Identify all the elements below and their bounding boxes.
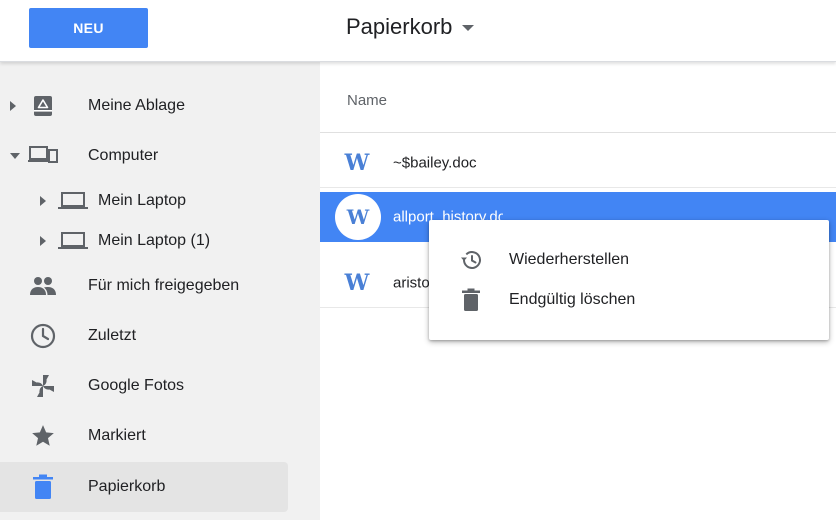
people-icon	[28, 273, 58, 299]
trash-icon	[459, 288, 483, 312]
photos-pinwheel-icon	[28, 373, 58, 399]
expand-arrow-icon[interactable]	[10, 101, 16, 111]
word-doc-icon: W	[335, 194, 381, 240]
expand-arrow-icon[interactable]	[40, 196, 46, 206]
file-name: ~$bailey.doc	[393, 154, 477, 171]
sidebar-item-label: Für mich freigegeben	[88, 277, 240, 294]
word-doc-icon: W	[344, 269, 370, 296]
sidebar-item-shared-with-me[interactable]: Für mich freigegeben	[0, 261, 288, 311]
header-divider	[320, 132, 836, 133]
star-icon	[28, 423, 58, 449]
sidebar-item-recent[interactable]: Zuletzt	[0, 311, 288, 361]
sidebar-item-my-laptop[interactable]: Mein Laptop	[0, 181, 288, 221]
menu-item-delete-forever[interactable]: Endgültig löschen	[429, 280, 829, 320]
sidebar-item-label: Mein Laptop (1)	[98, 232, 211, 249]
new-button[interactable]: NEU	[29, 8, 148, 48]
sidebar-item-label: Mein Laptop	[98, 192, 187, 209]
laptop-icon	[58, 188, 88, 214]
page-title-dropdown[interactable]: Papierkorb	[346, 14, 475, 40]
clock-icon	[28, 323, 58, 349]
sidebar-item-my-drive[interactable]: Meine Ablage	[0, 81, 288, 131]
sidebar-item-label: Computer	[88, 147, 159, 164]
word-doc-icon: W	[344, 149, 370, 176]
sidebar-item-label: Markiert	[88, 427, 146, 444]
menu-item-restore[interactable]: Wiederherstellen	[429, 240, 829, 280]
trash-icon	[28, 474, 58, 500]
restore-history-icon	[459, 248, 483, 272]
sidebar-item-label: Papierkorb	[88, 478, 166, 495]
sidebar: Meine Ablage Computer Mein Laptop Mein L…	[0, 62, 320, 520]
sidebar-item-computer[interactable]: Computer	[0, 131, 288, 181]
context-menu: Wiederherstellen Endgültig löschen	[429, 220, 829, 340]
top-bar: NEU Papierkorb	[0, 0, 836, 62]
computer-icon	[28, 143, 58, 169]
sidebar-item-label: Meine Ablage	[88, 97, 185, 114]
laptop-icon	[58, 228, 88, 254]
sidebar-item-starred[interactable]: Markiert	[0, 411, 288, 461]
sidebar-item-label: Zuletzt	[88, 327, 137, 344]
column-header-name[interactable]: Name	[347, 92, 387, 109]
sidebar-item-my-laptop-1[interactable]: Mein Laptop (1)	[0, 221, 288, 261]
expand-arrow-icon[interactable]	[40, 236, 46, 246]
drive-icon	[28, 93, 58, 119]
page-title: Papierkorb	[346, 14, 453, 39]
sidebar-item-google-photos[interactable]: Google Fotos	[0, 361, 288, 411]
collapse-arrow-icon[interactable]	[10, 153, 20, 159]
file-name: aristotle.doc	[393, 274, 433, 291]
sidebar-item-label: Google Fotos	[88, 377, 185, 394]
menu-item-label: Endgültig löschen	[509, 291, 636, 308]
file-row[interactable]: W ~$bailey.doc	[320, 138, 836, 188]
sidebar-item-trash[interactable]: Papierkorb	[0, 462, 288, 512]
menu-item-label: Wiederherstellen	[509, 251, 630, 268]
caret-down-icon	[462, 25, 475, 31]
